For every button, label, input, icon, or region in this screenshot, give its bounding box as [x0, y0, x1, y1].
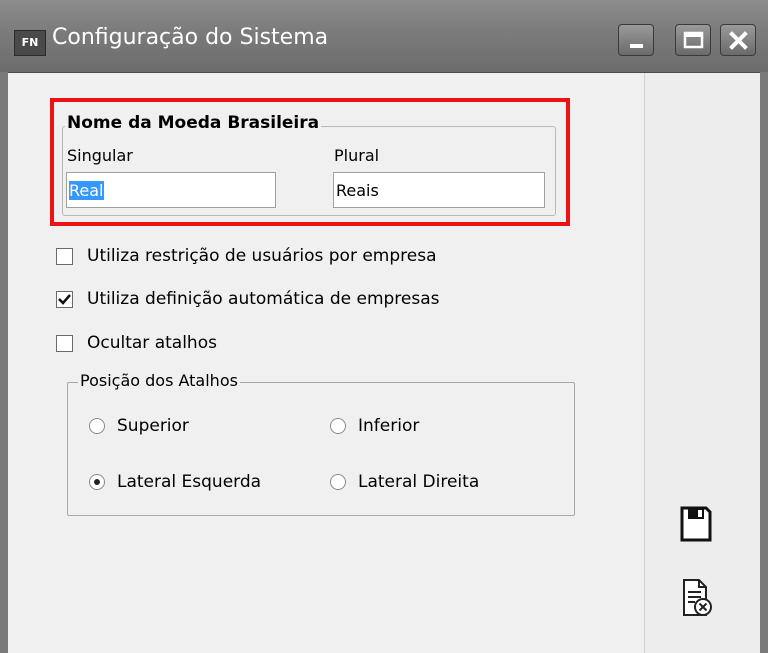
- save-icon: [680, 506, 712, 542]
- singular-input[interactable]: Real: [66, 172, 276, 208]
- configuration-window: FN Configuração do Sistema Nome da Moeda…: [0, 0, 768, 653]
- shortcuts-position-group: Posição dos Atalhos: [67, 371, 575, 516]
- currency-group-title: Nome da Moeda Brasileira: [65, 113, 322, 133]
- shortcuts-group-title: Posição dos Atalhos: [78, 371, 240, 390]
- radio-label: Inferior: [358, 416, 420, 436]
- title-bar[interactable]: FN Configuração do Sistema: [0, 0, 768, 73]
- plural-input[interactable]: Reais: [333, 172, 545, 208]
- minimize-button[interactable]: [618, 24, 654, 56]
- hide-shortcuts-checkbox[interactable]: [56, 334, 73, 352]
- cancel-document-icon: [683, 579, 712, 616]
- action-panel: [644, 73, 768, 653]
- window-right-border: [760, 72, 768, 653]
- plural-value: Reais: [336, 181, 379, 200]
- window-left-border: [0, 72, 8, 653]
- close-button[interactable]: [720, 24, 756, 56]
- lateral-esquerda-radio[interactable]: [89, 474, 105, 490]
- checkmark-icon: [58, 293, 71, 305]
- close-icon: [729, 31, 748, 50]
- option-label: Utiliza definição automática de empresas: [87, 289, 440, 309]
- maximize-button[interactable]: [675, 24, 711, 56]
- radio-label: Lateral Direita: [358, 472, 480, 492]
- radio-inferior[interactable]: Inferior: [330, 416, 419, 436]
- window-title: Configuração do Sistema: [52, 25, 329, 50]
- option-user-restriction[interactable]: Utiliza restrição de usuários por empres…: [56, 246, 437, 266]
- inferior-radio[interactable]: [330, 418, 346, 434]
- option-auto-company[interactable]: Utiliza definição automática de empresas: [56, 289, 440, 309]
- minimize-icon: [630, 44, 643, 48]
- save-button[interactable]: [679, 505, 713, 547]
- cancel-button[interactable]: [681, 578, 715, 622]
- radio-superior[interactable]: Superior: [89, 416, 189, 436]
- radio-lateral-direita[interactable]: Lateral Direita: [330, 472, 479, 492]
- auto-company-checkbox[interactable]: [56, 290, 73, 308]
- option-hide-shortcuts[interactable]: Ocultar atalhos: [56, 333, 217, 353]
- radio-label: Superior: [117, 416, 189, 436]
- radio-label: Lateral Esquerda: [117, 472, 262, 492]
- option-label: Ocultar atalhos: [87, 333, 217, 353]
- user-restriction-checkbox[interactable]: [56, 247, 73, 265]
- app-icon: FN: [14, 30, 46, 56]
- singular-label: Singular: [67, 146, 133, 165]
- maximize-icon: [683, 31, 704, 49]
- plural-label: Plural: [334, 146, 380, 165]
- singular-value: Real: [69, 181, 104, 200]
- lateral-direita-radio[interactable]: [330, 474, 346, 490]
- option-label: Utiliza restrição de usuários por empres…: [87, 246, 437, 266]
- superior-radio[interactable]: [89, 418, 105, 434]
- radio-lateral-esquerda[interactable]: Lateral Esquerda: [89, 472, 261, 492]
